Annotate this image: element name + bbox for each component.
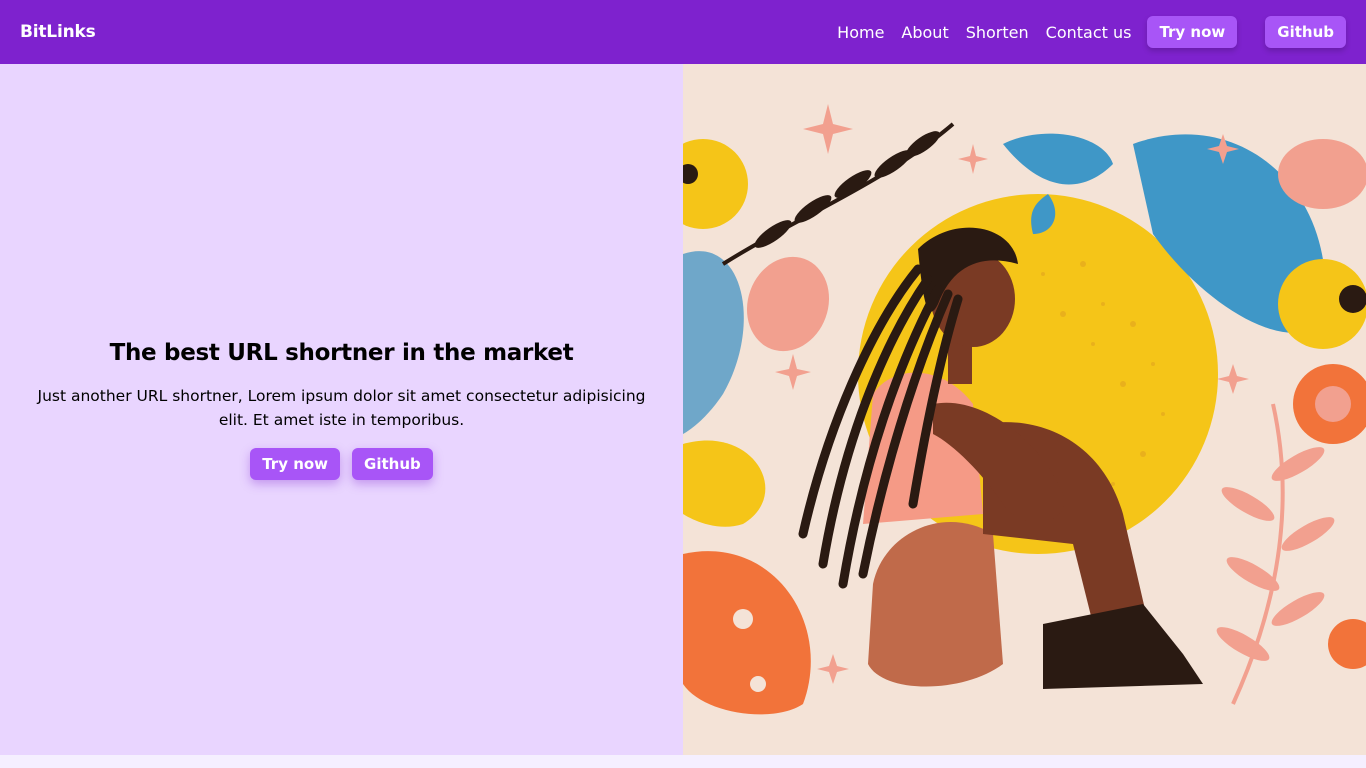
- nav-link-shorten[interactable]: Shorten: [966, 23, 1029, 42]
- woman-sitting-illustration-image: [683, 64, 1366, 755]
- nav-link-home[interactable]: Home: [837, 23, 884, 42]
- hero-description: Just another URL shortner, Lorem ipsum d…: [37, 386, 646, 429]
- hero-github-button[interactable]: Github: [352, 447, 433, 480]
- hero-try-now-button[interactable]: Try now: [250, 447, 341, 480]
- page-footer-strip: [0, 755, 1366, 768]
- hero-text-panel: The best URL shortner in the market Just…: [0, 64, 683, 755]
- navbar: BitLinks Home About Shorten Contact us T…: [0, 0, 1366, 64]
- hero-buttons: Try now Github: [250, 447, 433, 480]
- hero-illustration: [683, 64, 1366, 755]
- hero-section: The best URL shortner in the market Just…: [0, 64, 1366, 755]
- hero-title: The best URL shortner in the market: [109, 339, 574, 366]
- nav-link-contact[interactable]: Contact us: [1046, 23, 1132, 42]
- nav-link-about[interactable]: About: [901, 23, 948, 42]
- nav-github-button[interactable]: Github: [1265, 16, 1346, 48]
- brand-logo[interactable]: BitLinks: [20, 22, 96, 42]
- nav-menu: Home About Shorten Contact us Try now Gi…: [837, 16, 1346, 48]
- nav-try-now-button[interactable]: Try now: [1147, 16, 1238, 48]
